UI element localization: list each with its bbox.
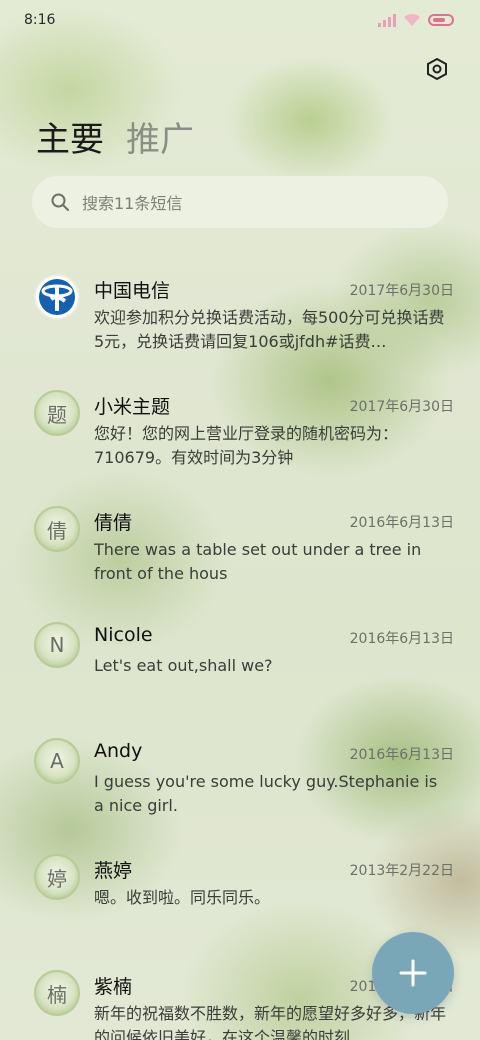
- conversation-list: 中国电信 2017年6月30日 欢迎参加积分兑换话费活动，每500分可兑换话费5…: [0, 266, 480, 1040]
- status-time: 8:16: [24, 12, 56, 28]
- status-bar: 8:16: [0, 0, 480, 40]
- tab-promotions[interactable]: 推广: [126, 112, 194, 161]
- message-date: 2013年2月22日: [349, 863, 454, 879]
- settings-button[interactable]: [424, 56, 450, 82]
- message-date: 2016年6月13日: [349, 515, 454, 531]
- china-telecom-logo-icon: [39, 279, 75, 315]
- plus-icon: [399, 959, 427, 987]
- search-icon: [51, 193, 69, 211]
- search-placeholder: 搜索11条短信: [82, 194, 183, 213]
- avatar: [34, 274, 80, 320]
- message-preview: There was a table set out under a tree i…: [94, 540, 422, 583]
- contact-name: 小米主题: [94, 396, 171, 418]
- conversation-row[interactable]: N Nicole 2016年6月13日 Let's eat out,shall …: [0, 614, 480, 730]
- message-date: 2017年6月30日: [349, 283, 454, 299]
- tab-bar: 主要 推广: [36, 112, 194, 161]
- contact-name: 中国电信: [94, 280, 171, 302]
- message-preview: Let's eat out,shall we?: [94, 656, 273, 675]
- avatar: 楠: [34, 970, 80, 1016]
- tab-primary[interactable]: 主要: [36, 112, 104, 161]
- contact-name: 倩倩: [94, 512, 133, 534]
- avatar-initial: 楠: [47, 982, 67, 1007]
- contact-name: 燕婷: [94, 860, 133, 882]
- message-date: 2017年6月30日: [349, 399, 454, 415]
- message-preview: 您好！您的网上营业厅登录的随机密码为：710679。有效时间为3分钟: [94, 424, 399, 467]
- message-date: 2016年6月13日: [349, 631, 454, 647]
- message-date: 2016年6月13日: [349, 747, 454, 763]
- message-preview: 欢迎参加积分兑换话费活动，每500分可兑换话费5元，兑换话费请回复106或jfd…: [94, 308, 445, 351]
- search-input[interactable]: 搜索11条短信: [32, 176, 448, 228]
- avatar-initial: N: [49, 633, 65, 657]
- avatar-initial: 题: [47, 402, 67, 427]
- contact-name: Nicole: [94, 624, 153, 646]
- message-preview: 嗯。收到啦。同乐同乐。: [94, 888, 271, 907]
- battery-icon: [428, 14, 454, 26]
- status-icons: [378, 13, 454, 27]
- avatar: 婷: [34, 854, 80, 900]
- avatar-initial: A: [50, 749, 64, 773]
- avatar-initial: 倩: [47, 518, 67, 543]
- avatar-initial: 婷: [47, 866, 67, 891]
- conversation-row[interactable]: 中国电信 2017年6月30日 欢迎参加积分兑换话费活动，每500分可兑换话费5…: [0, 266, 480, 382]
- wifi-icon: [404, 14, 420, 26]
- message-preview: I guess you're some lucky guy.Stephanie …: [94, 772, 438, 815]
- signal-icon: [378, 14, 396, 27]
- contact-name: 紫楠: [94, 976, 133, 998]
- avatar: A: [34, 738, 80, 784]
- avatar: 倩: [34, 506, 80, 552]
- conversation-row[interactable]: 题 小米主题 2017年6月30日 您好！您的网上营业厅登录的随机密码为：710…: [0, 382, 480, 498]
- avatar: N: [34, 622, 80, 668]
- avatar: 题: [34, 390, 80, 436]
- contact-name: Andy: [94, 740, 143, 762]
- new-message-button[interactable]: [372, 932, 454, 1014]
- conversation-row[interactable]: 倩 倩倩 2016年6月13日 There was a table set ou…: [0, 498, 480, 614]
- gear-icon: [427, 57, 447, 81]
- conversation-row[interactable]: A Andy 2016年6月13日 I guess you're some lu…: [0, 730, 480, 846]
